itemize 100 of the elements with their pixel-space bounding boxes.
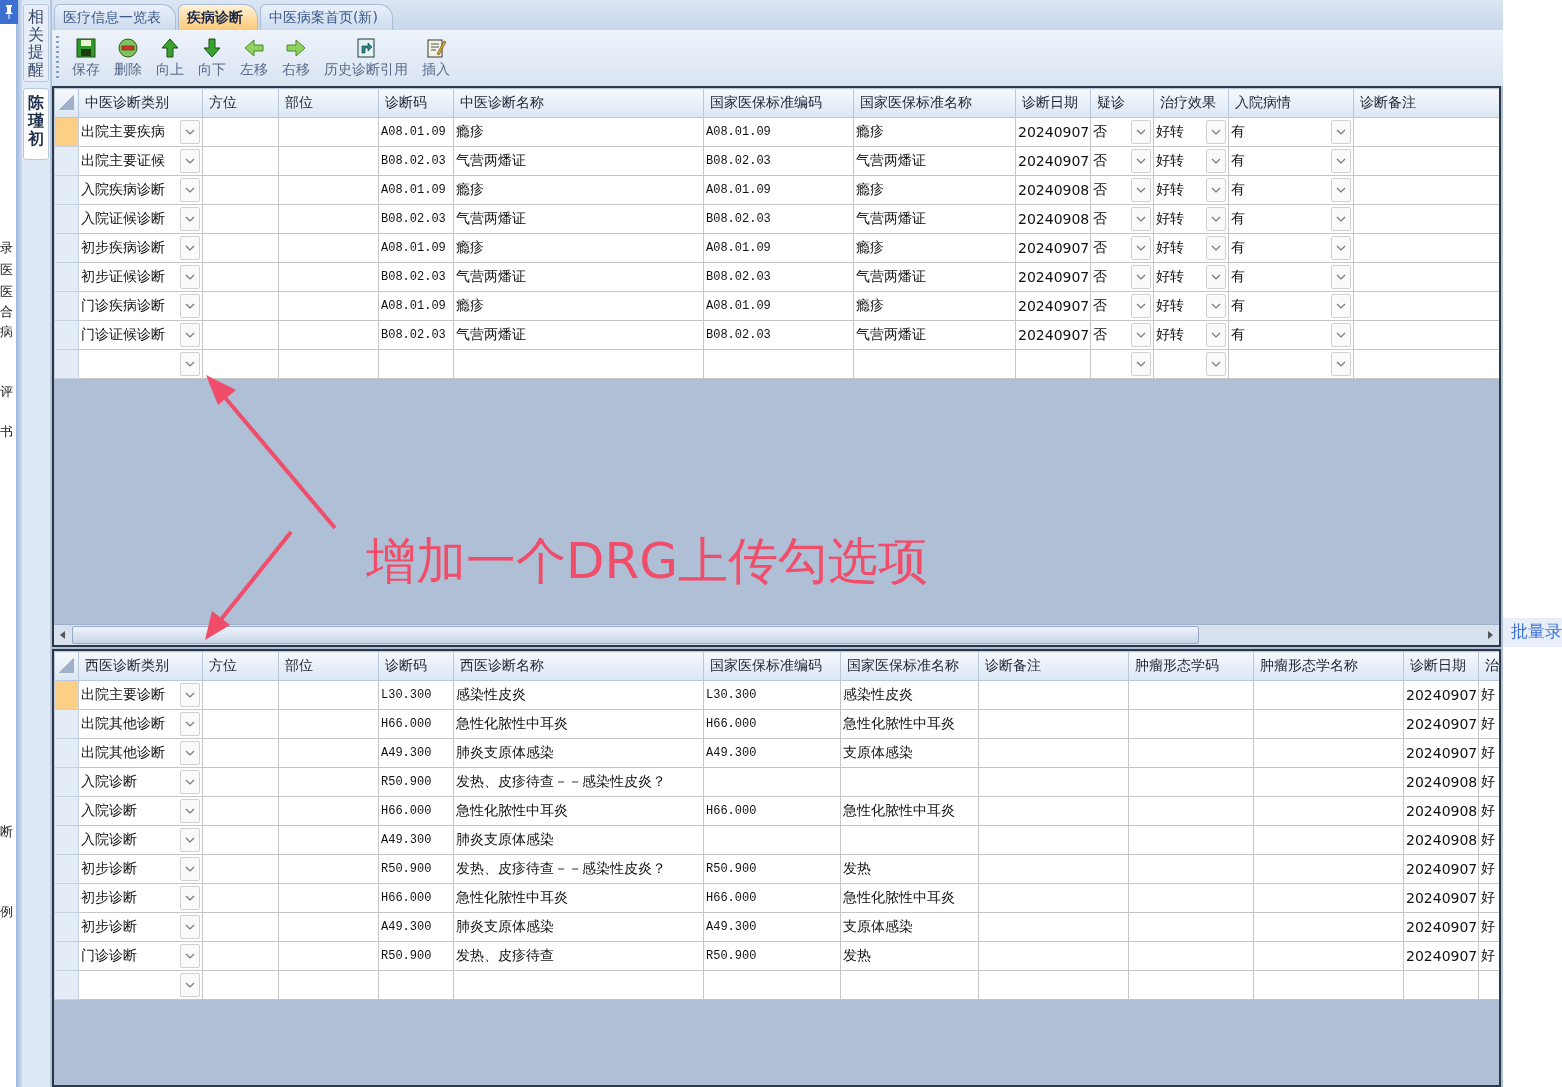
tab[interactable]: 疾病诊断	[178, 4, 258, 30]
dropdown-button[interactable]	[180, 886, 200, 910]
dropdown-button[interactable]	[1131, 207, 1151, 231]
dropdown-field[interactable]: 有	[1231, 148, 1351, 174]
dropdown-field[interactable]: 否	[1093, 148, 1151, 174]
dropdown-button[interactable]	[180, 973, 200, 997]
column-header[interactable]: 入院病情	[1228, 88, 1354, 118]
dropdown-field[interactable]: 有	[1231, 322, 1351, 348]
dropdown-field[interactable]: 入院证候诊断	[81, 206, 200, 232]
dropdown-field[interactable]: 出院主要证候	[81, 148, 200, 174]
dropdown-field[interactable]: 好转	[1156, 206, 1226, 232]
dropdown-button[interactable]	[180, 149, 200, 173]
dropdown-button[interactable]	[1331, 236, 1351, 260]
row-header[interactable]	[54, 912, 79, 942]
dropdown-field[interactable]: 否	[1093, 206, 1151, 232]
column-header[interactable]: 诊断码	[378, 651, 454, 681]
row-header[interactable]	[54, 233, 79, 263]
dropdown-button[interactable]	[180, 683, 200, 707]
dropdown-field[interactable]: 出院主要诊断	[81, 682, 200, 708]
dropdown-button[interactable]	[1131, 149, 1151, 173]
column-header[interactable]: 诊断日期	[1403, 651, 1479, 681]
toolbar-button[interactable]: 向下	[197, 35, 227, 81]
dropdown-button[interactable]	[1331, 120, 1351, 144]
dropdown-field[interactable]: 有	[1231, 119, 1351, 145]
dropdown-button[interactable]	[1131, 178, 1151, 202]
dropdown-field[interactable]: 好转	[1156, 119, 1226, 145]
dropdown-field[interactable]: 有	[1231, 206, 1351, 232]
dropdown-field[interactable]: 好转	[1156, 235, 1226, 261]
column-header[interactable]: 治	[1478, 651, 1499, 681]
column-header[interactable]: 诊断日期	[1015, 88, 1091, 118]
column-header[interactable]: 诊断备注	[978, 651, 1129, 681]
column-header[interactable]: 国家医保标准编码	[703, 88, 854, 118]
dropdown-button[interactable]	[180, 265, 200, 289]
dropdown-field[interactable]: 初步证候诊断	[81, 264, 200, 290]
dropdown-field[interactable]: 入院诊断	[81, 798, 200, 824]
dropdown-button[interactable]	[1206, 120, 1226, 144]
toolbar-button[interactable]: 插入	[421, 35, 451, 81]
dropdown-button[interactable]	[180, 294, 200, 318]
batch-entry-link[interactable]: 批量录	[1503, 618, 1562, 647]
column-header[interactable]: 国家医保标准名称	[853, 88, 1016, 118]
dropdown-field[interactable]: 好转	[1156, 264, 1226, 290]
dropdown-button[interactable]	[1331, 207, 1351, 231]
dropdown-button[interactable]	[180, 178, 200, 202]
dropdown-button[interactable]	[180, 712, 200, 736]
dropdown-field[interactable]: 入院诊断	[81, 827, 200, 853]
dropdown-button[interactable]	[1206, 149, 1226, 173]
dropdown-button[interactable]	[1331, 294, 1351, 318]
dropdown-field[interactable]: 入院诊断	[81, 769, 200, 795]
row-header[interactable]	[54, 175, 79, 205]
dropdown-field[interactable]: 入院疾病诊断	[81, 177, 200, 203]
dropdown-field[interactable]: 初步诊断	[81, 914, 200, 940]
dropdown-button[interactable]	[1331, 178, 1351, 202]
scrollbar-thumb[interactable]	[72, 626, 1199, 644]
dropdown-field[interactable]: 好转	[1156, 148, 1226, 174]
dropdown-button[interactable]	[1131, 323, 1151, 347]
column-header[interactable]: 部位	[278, 651, 379, 681]
dropdown-button[interactable]	[180, 120, 200, 144]
toolbar-button[interactable]: 右移	[281, 35, 311, 81]
column-header[interactable]: 疑诊	[1090, 88, 1154, 118]
column-header[interactable]: 肿瘤形态学名称	[1253, 651, 1404, 681]
dropdown-button[interactable]	[1131, 120, 1151, 144]
dropdown-button[interactable]	[1131, 352, 1151, 376]
row-header[interactable]	[54, 767, 79, 797]
dropdown-button[interactable]	[180, 915, 200, 939]
toolbar-button[interactable]: 删除	[113, 35, 143, 81]
vertical-tab[interactable]: 相关提醒	[23, 4, 49, 83]
row-header[interactable]	[54, 204, 79, 234]
column-header[interactable]: 中医诊断名称	[453, 88, 704, 118]
toolbar-button[interactable]: 保存	[71, 35, 101, 81]
toolbar-button[interactable]: 历史诊断引用	[323, 35, 409, 81]
row-header[interactable]	[54, 796, 79, 826]
dropdown-button[interactable]	[180, 944, 200, 968]
dropdown-field[interactable]: 初步诊断	[81, 856, 200, 882]
column-header[interactable]: 国家医保标准编码	[703, 651, 841, 681]
dropdown-button[interactable]	[1331, 149, 1351, 173]
dropdown-button[interactable]	[1206, 294, 1226, 318]
dropdown-field[interactable]: 门诊证候诊断	[81, 322, 200, 348]
dropdown-button[interactable]	[180, 323, 200, 347]
row-header[interactable]	[54, 349, 79, 379]
dropdown-button[interactable]	[180, 828, 200, 852]
row-header[interactable]	[54, 262, 79, 292]
dropdown-button[interactable]	[1206, 352, 1226, 376]
column-header[interactable]: 国家医保标准名称	[840, 651, 979, 681]
column-header[interactable]: 治疗效果	[1153, 88, 1229, 118]
dropdown-button[interactable]	[180, 236, 200, 260]
row-header[interactable]	[54, 883, 79, 913]
dropdown-field[interactable]: 好转	[1156, 177, 1226, 203]
column-header[interactable]: 西医诊断名称	[453, 651, 704, 681]
dropdown-field[interactable]: 门诊疾病诊断	[81, 293, 200, 319]
column-header[interactable]: 方位	[202, 88, 279, 118]
dropdown-button[interactable]	[180, 770, 200, 794]
row-header[interactable]	[54, 825, 79, 855]
dropdown-field[interactable]: 否	[1093, 264, 1151, 290]
row-header[interactable]	[54, 738, 79, 768]
dropdown-field[interactable]: 否	[1093, 322, 1151, 348]
row-header[interactable]	[54, 854, 79, 884]
dropdown-field[interactable]: 初步疾病诊断	[81, 235, 200, 261]
dropdown-field[interactable]: 有	[1231, 235, 1351, 261]
row-header[interactable]	[54, 146, 79, 176]
dropdown-button[interactable]	[1131, 294, 1151, 318]
